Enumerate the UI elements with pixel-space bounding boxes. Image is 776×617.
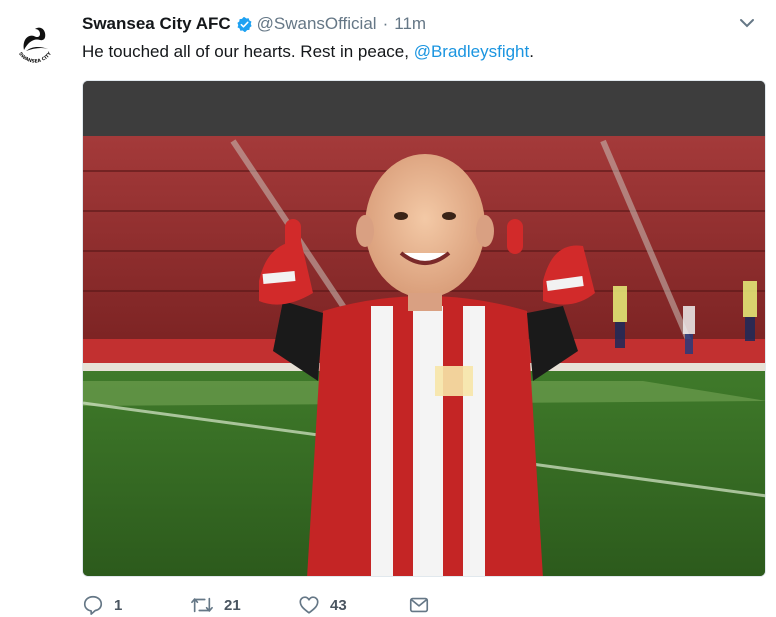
handle[interactable]: @SwansOfficial [257,14,377,34]
display-name[interactable]: Swansea City AFC [82,14,231,34]
reply-button[interactable]: 1 [82,594,190,616]
separator-dot: · [382,14,389,33]
verified-badge-icon [236,16,253,33]
reply-icon [83,595,103,615]
tweet-text: He touched all of our hearts. Rest in pe… [82,40,534,64]
tweet-photo[interactable] [82,80,766,577]
direct-message-icon [409,597,429,613]
retweet-button[interactable]: 21 [190,594,298,616]
stadium-photo [83,81,765,576]
tweet-actions: 1 21 43 [82,590,430,617]
retweet-count: 21 [224,596,241,614]
swans-crest-icon: SWANSEA CITY AFC [10,16,54,65]
mention-link[interactable]: @Bradleysfight [414,42,530,61]
timestamp[interactable]: 11m [394,14,426,34]
direct-message-button[interactable] [408,594,430,616]
retweet-icon [191,597,213,613]
tweet-body: He touched all of our hearts. Rest in pe… [82,42,414,61]
like-count: 43 [330,596,347,614]
reply-count: 1 [114,596,123,614]
heart-icon [299,596,319,614]
tweet-header: Swansea City AFC @SwansOfficial · 11m [82,12,756,36]
tweet-body-end: . [529,42,534,61]
like-button[interactable]: 43 [298,594,408,616]
avatar[interactable]: SWANSEA CITY AFC [10,16,60,66]
chevron-down-icon[interactable] [738,14,756,37]
